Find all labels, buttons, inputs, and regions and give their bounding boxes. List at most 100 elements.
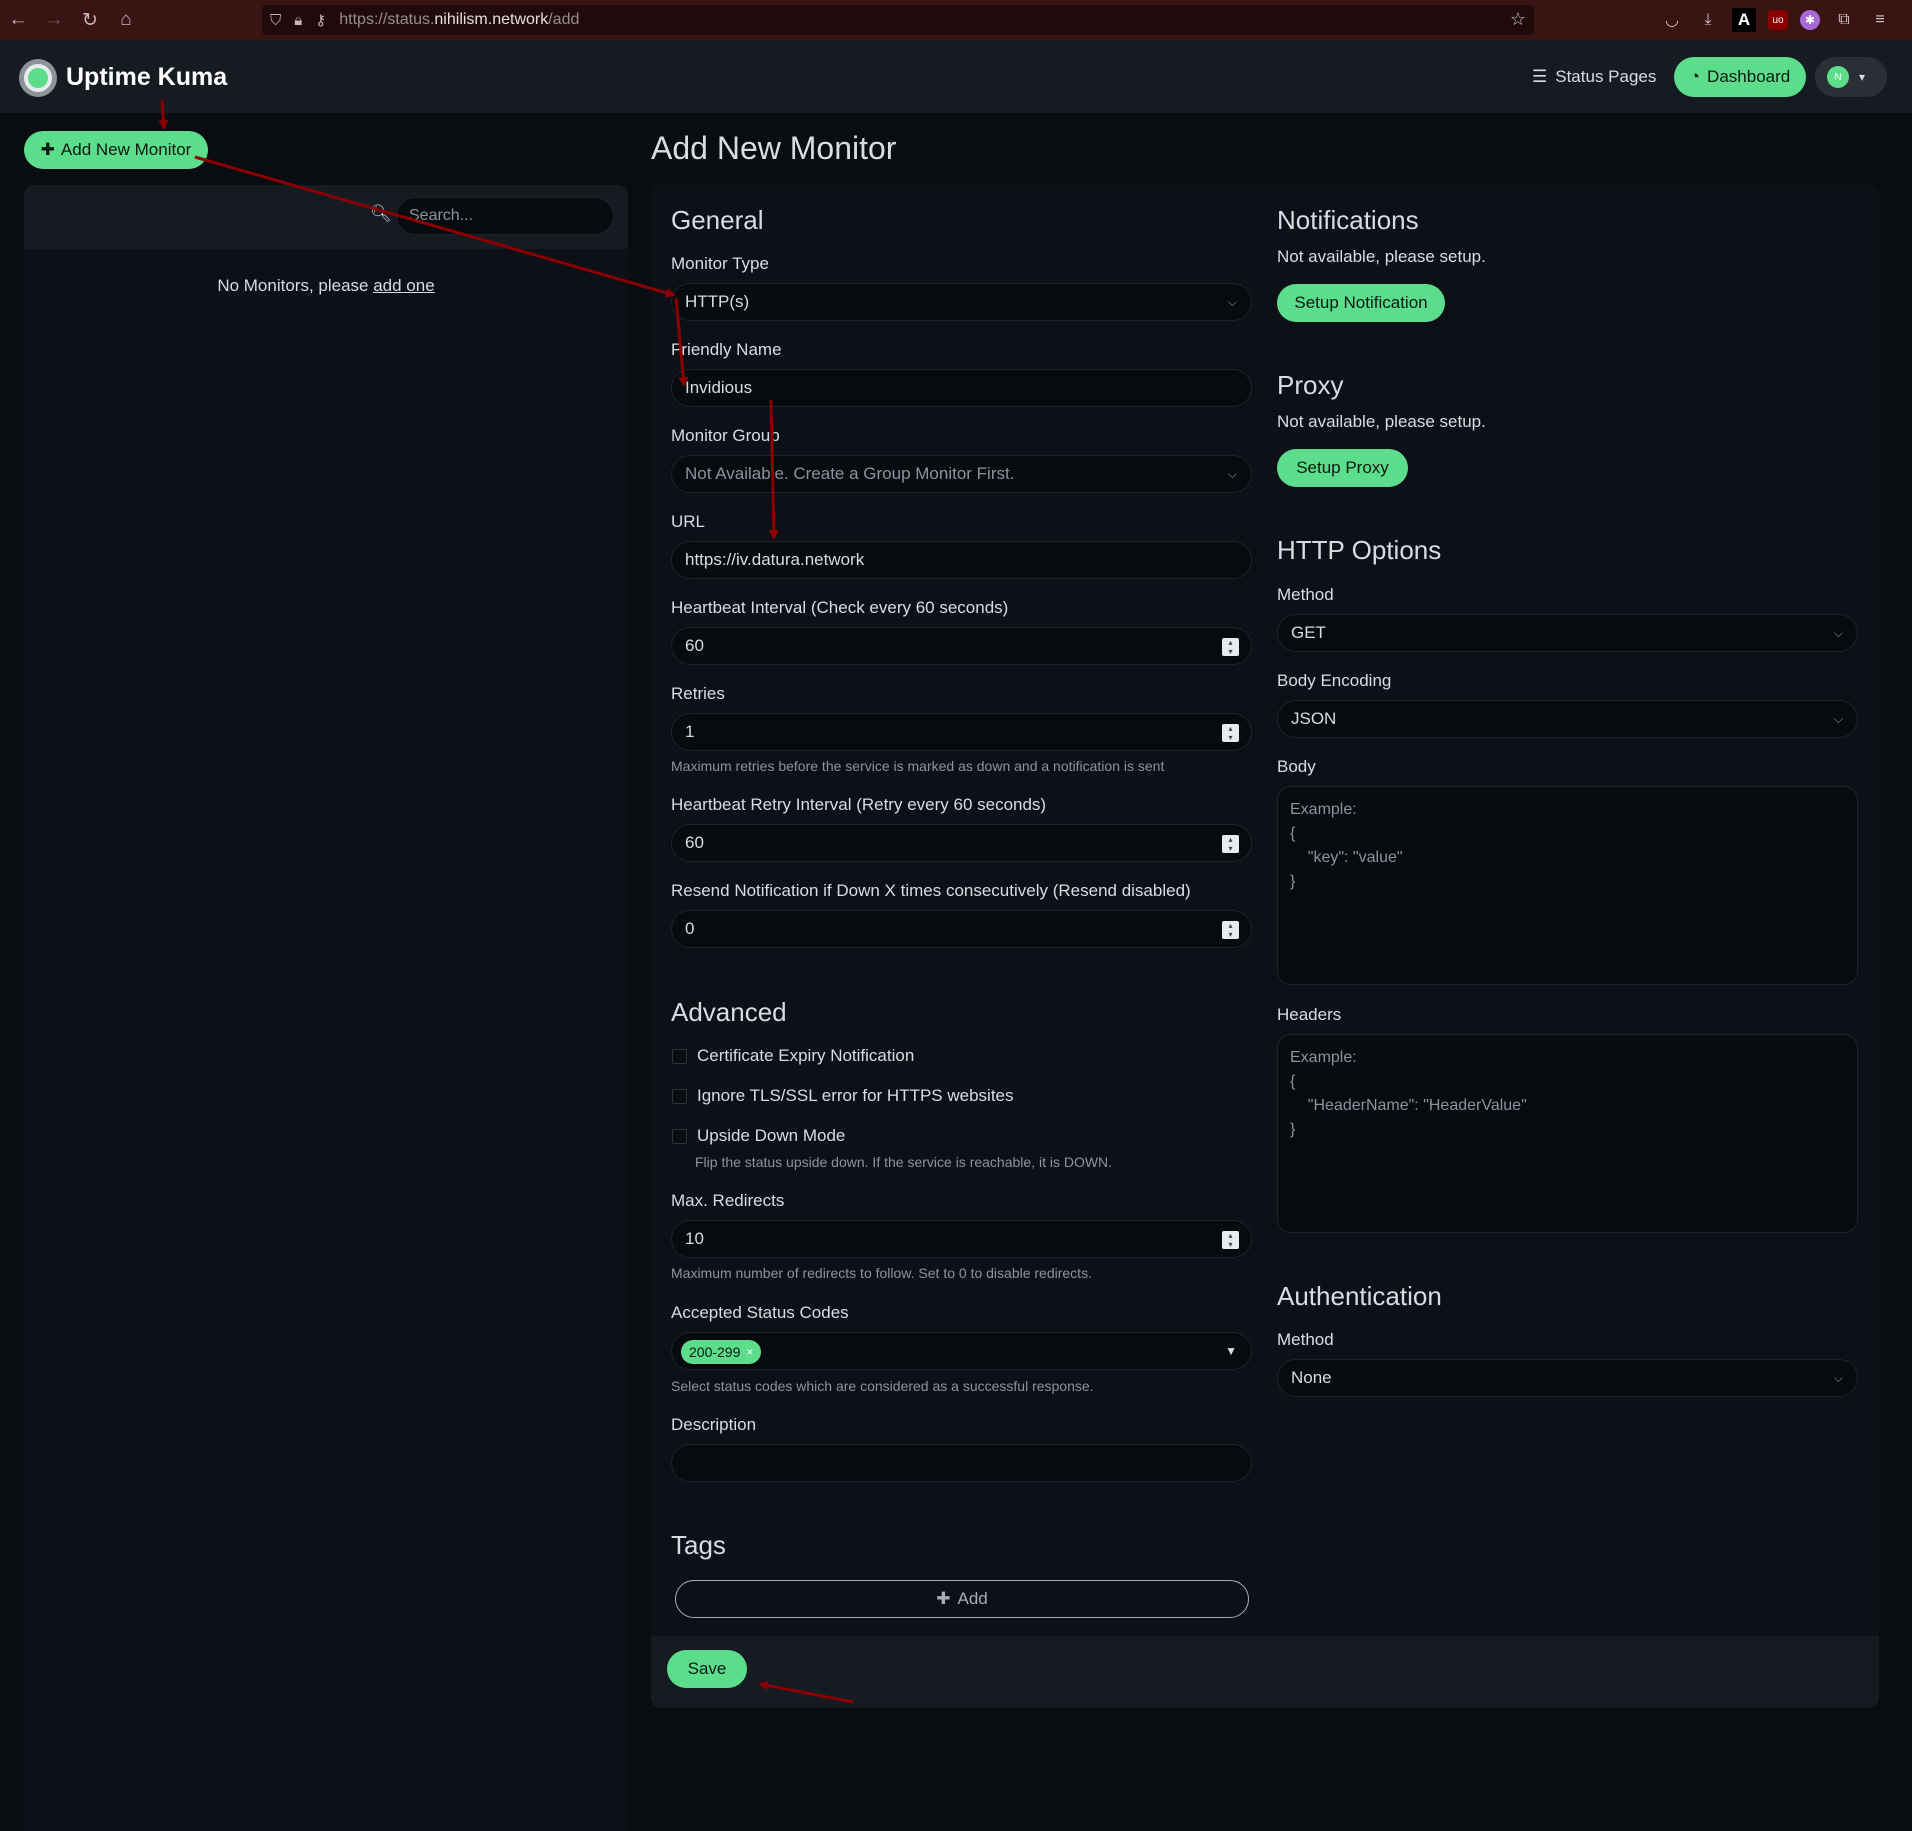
chevron-down-icon: ⌵: [1227, 467, 1237, 481]
body-label: Body: [1277, 757, 1316, 776]
form-footer: Save: [651, 1636, 1879, 1708]
download-icon[interactable]: ⤓: [1696, 8, 1720, 32]
address-bar[interactable]: ⛉ 🔒︎ ⚷ https://status.nihilism.network/a…: [262, 5, 1534, 35]
setup-proxy-button[interactable]: Setup Proxy: [1277, 449, 1408, 487]
friendly-name-label: Friendly Name: [671, 340, 782, 359]
setup-notification-button[interactable]: Setup Notification: [1277, 284, 1445, 322]
monitor-group-label: Monitor Group: [671, 426, 780, 445]
max-redirects-hint: Maximum number of redirects to follow. S…: [671, 1265, 1092, 1281]
http-method-label: Method: [1277, 585, 1334, 604]
body-textarea[interactable]: Example: { "key": "value" }: [1277, 786, 1858, 985]
chevron-down-icon: ▾: [1859, 70, 1866, 84]
monitor-type-select[interactable]: HTTP(s) ⌵: [671, 283, 1252, 321]
max-redirects-label: Max. Redirects: [671, 1191, 785, 1210]
url-label: URL: [671, 512, 706, 531]
notifications-heading: Notifications: [1277, 205, 1419, 235]
save-button[interactable]: Save: [667, 1650, 747, 1688]
resend-notification-input[interactable]: 0 ▴ ▾: [671, 910, 1252, 948]
status-code-tag: 200-299 ×: [681, 1340, 762, 1364]
general-heading: General: [671, 205, 764, 235]
search-input[interactable]: [396, 197, 614, 235]
ignore-tls-checkbox[interactable]: [672, 1088, 687, 1104]
auth-method-select[interactable]: None ⌵: [1277, 1359, 1858, 1397]
description-label: Description: [671, 1415, 757, 1434]
add-tag-button[interactable]: ✚ Add: [675, 1580, 1249, 1618]
retries-input[interactable]: 1 ▴ ▾: [671, 713, 1252, 751]
plus-icon: ✚: [936, 1589, 951, 1608]
accepted-status-codes-label: Accepted Status Codes: [671, 1303, 849, 1322]
ublock-icon[interactable]: uo: [1768, 10, 1788, 30]
page-title: Add New Monitor: [651, 130, 897, 166]
http-method-select[interactable]: GET ⌵: [1277, 614, 1858, 652]
upside-down-checkbox[interactable]: [672, 1128, 687, 1144]
proxy-text: Not available, please setup.: [1277, 412, 1486, 431]
browser-toolbar: ← → ↻ ⌂ ⛉ 🔒︎ ⚷ https://status.nihilism.n…: [0, 0, 1912, 40]
search-icon: 🔍︎: [370, 204, 392, 223]
dashboard-button[interactable]: ◔ Dashboard: [1674, 57, 1806, 97]
upside-down-option[interactable]: Upside Down Mode: [672, 1126, 845, 1146]
brand-title[interactable]: Uptime Kuma: [66, 63, 227, 92]
monitor-list-panel: 🔍︎ No Monitors, please add one: [24, 185, 628, 1831]
headers-textarea[interactable]: Example: { "HeaderName": "HeaderValue" }: [1277, 1034, 1858, 1233]
back-arrow-icon[interactable]: ←: [0, 0, 36, 40]
plus-icon: ✚: [40, 140, 55, 159]
profile-dropdown[interactable]: N ▾: [1815, 57, 1887, 97]
tags-heading: Tags: [671, 1530, 726, 1560]
add-monitor-form: General Monitor Type HTTP(s) ⌵ Friendly …: [651, 185, 1879, 1708]
chevron-down-icon: ⌵: [1833, 626, 1843, 640]
headers-label: Headers: [1277, 1005, 1342, 1024]
ignore-tls-option[interactable]: Ignore TLS/SSL error for HTTPS websites: [672, 1086, 1014, 1106]
uptime-kuma-logo[interactable]: [19, 59, 57, 97]
http-options-heading: HTTP Options: [1277, 535, 1442, 565]
number-spinner-icon[interactable]: ▴ ▾: [1222, 921, 1239, 939]
status-codes-hint: Select status codes which are considered…: [671, 1378, 1094, 1394]
monitor-list-header: 🔍︎: [24, 185, 628, 249]
shield-icon: ⛉: [270, 11, 282, 29]
extension-a-icon[interactable]: A: [1732, 8, 1756, 32]
extensions-puzzle-icon[interactable]: ⧉: [1832, 8, 1856, 32]
extension-purple-icon[interactable]: ✱: [1800, 10, 1820, 30]
retries-label: Retries: [671, 684, 725, 703]
authentication-heading: Authentication: [1277, 1281, 1442, 1311]
number-spinner-icon[interactable]: ▴ ▾: [1222, 638, 1239, 656]
description-input[interactable]: [671, 1444, 1252, 1482]
extensions-row: ◡ ⤓ A uo ✱ ⧉ ≡: [1660, 0, 1892, 40]
max-redirects-input[interactable]: 10 ▴ ▾: [671, 1220, 1252, 1258]
status-pages-link[interactable]: ☰ Status Pages: [1532, 67, 1656, 87]
pocket-icon[interactable]: ◡: [1660, 8, 1684, 32]
resend-notification-label: Resend Notification if Down X times cons…: [671, 881, 1191, 900]
url-text: https://status.nihilism.network/add: [339, 11, 580, 28]
url-input[interactable]: https://iv.datura.network: [671, 541, 1252, 579]
empty-monitors-message: No Monitors, please add one: [217, 276, 435, 295]
menu-icon[interactable]: ≡: [1868, 8, 1892, 32]
lock-icon: 🔒︎: [294, 11, 303, 29]
forward-arrow-icon[interactable]: →: [36, 0, 72, 40]
chevron-down-icon: ⌵: [1833, 712, 1843, 726]
body-encoding-label: Body Encoding: [1277, 671, 1392, 690]
avatar: N: [1827, 66, 1849, 88]
chevron-down-icon: ⌵: [1833, 1371, 1843, 1385]
add-one-link[interactable]: add one: [373, 276, 434, 295]
accepted-status-codes-select[interactable]: 200-299 × ▼: [671, 1332, 1252, 1370]
home-icon[interactable]: ⌂: [108, 0, 144, 40]
cert-expiry-option[interactable]: Certificate Expiry Notification: [672, 1046, 914, 1066]
monitor-group-select[interactable]: Not Available. Create a Group Monitor Fi…: [671, 455, 1252, 493]
heartbeat-interval-label: Heartbeat Interval (Check every 60 secon…: [671, 598, 1009, 617]
app-header: Uptime Kuma ☰ Status Pages ◔ Dashboard N…: [0, 40, 1912, 114]
reload-icon[interactable]: ↻: [72, 0, 108, 40]
remove-tag-icon[interactable]: ×: [746, 1345, 753, 1359]
number-spinner-icon[interactable]: ▴ ▾: [1222, 1231, 1239, 1249]
heartbeat-interval-input[interactable]: 60 ▴ ▾: [671, 627, 1252, 665]
monitor-type-label: Monitor Type: [671, 254, 769, 273]
advanced-heading: Advanced: [671, 997, 787, 1027]
auth-method-label: Method: [1277, 1330, 1334, 1349]
gauge-icon: ◔: [1689, 67, 1701, 86]
number-spinner-icon[interactable]: ▴ ▾: [1222, 724, 1239, 742]
number-spinner-icon[interactable]: ▴ ▾: [1222, 835, 1239, 853]
body-encoding-select[interactable]: JSON ⌵: [1277, 700, 1858, 738]
retry-interval-input[interactable]: 60 ▴ ▾: [671, 824, 1252, 862]
add-new-monitor-button[interactable]: ✚ Add New Monitor: [24, 131, 208, 169]
bookmark-star-icon[interactable]: ☆: [1510, 9, 1526, 30]
friendly-name-input[interactable]: Invidious: [671, 369, 1252, 407]
cert-expiry-checkbox[interactable]: [672, 1048, 687, 1064]
